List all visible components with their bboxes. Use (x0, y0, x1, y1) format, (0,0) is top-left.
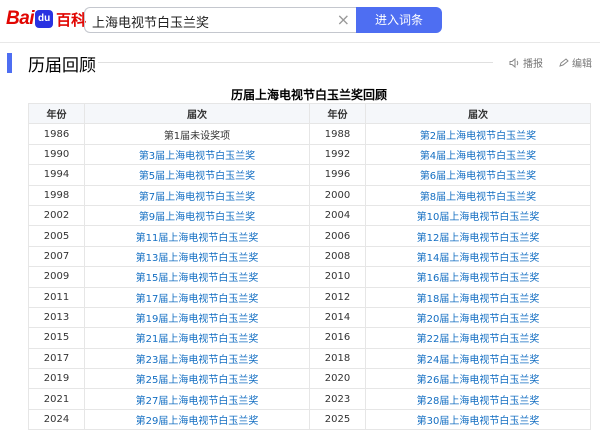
edition-link[interactable]: 第4届上海电视节白玉兰奖 (365, 143, 591, 166)
year-cell: 2014 (309, 306, 366, 329)
column-header-edition: 届次 (365, 102, 591, 125)
year-cell: 2019 (28, 368, 85, 390)
edition-link[interactable]: 第23届上海电视节白玉兰奖 (84, 347, 310, 370)
section-title: 历届回顾 (28, 56, 96, 76)
table-row: 2002 第9届上海电视节白玉兰奖 2004 第10届上海电视节白玉兰奖 (28, 204, 591, 227)
edition-link[interactable]: 第9届上海电视节白玉兰奖 (84, 204, 310, 227)
year-cell: 2005 (28, 225, 85, 247)
column-header-year: 年份 (28, 102, 85, 125)
year-cell: 2002 (28, 204, 85, 227)
year-cell: 1994 (28, 164, 85, 186)
table-header-row: 年份 届次 年份 届次 (28, 102, 591, 125)
edition-link[interactable]: 第6届上海电视节白玉兰奖 (365, 164, 591, 186)
edition-link[interactable]: 第19届上海电视节白玉兰奖 (84, 306, 310, 329)
year-cell: 2004 (309, 204, 366, 227)
edition-link[interactable]: 第11届上海电视节白玉兰奖 (84, 225, 310, 247)
search-input[interactable]: 上海电视节白玉兰奖 × (84, 7, 356, 33)
edition-link[interactable]: 第24届上海电视节白玉兰奖 (365, 347, 591, 370)
edition-link[interactable]: 第15届上海电视节白玉兰奖 (84, 266, 310, 288)
edition-link[interactable]: 第27届上海电视节白玉兰奖 (84, 388, 310, 410)
year-cell: 1998 (28, 184, 85, 206)
year-cell: 2012 (309, 286, 366, 308)
edit-button[interactable]: 编辑 (558, 55, 592, 70)
year-cell: 1990 (28, 143, 85, 166)
year-cell: 2025 (309, 408, 366, 431)
table-row: 2015 第21届上海电视节白玉兰奖 2016 第22届上海电视节白玉兰奖 (28, 327, 591, 349)
year-cell: 1992 (309, 143, 366, 166)
edition-link[interactable]: 第3届上海电视节白玉兰奖 (84, 143, 310, 166)
enter-entry-button[interactable]: 进入词条 (356, 7, 442, 33)
edition-link[interactable]: 第21届上海电视节白玉兰奖 (84, 327, 310, 349)
award-history-table: 年份 届次 年份 届次 1986 第1届未设奖项 1988 第2届上海电视节白玉… (28, 102, 591, 431)
year-cell: 2016 (309, 327, 366, 349)
baidu-baike-logo[interactable]: Bai du 百科 (6, 7, 86, 31)
edit-label: 编辑 (572, 59, 592, 70)
edition-link[interactable]: 第28届上海电视节白玉兰奖 (365, 388, 591, 410)
edition-link[interactable]: 第17届上海电视节白玉兰奖 (84, 286, 310, 308)
year-cell: 1986 (28, 123, 85, 145)
edition-link[interactable]: 第29届上海电视节白玉兰奖 (84, 408, 310, 431)
play-label: 播报 (523, 59, 543, 70)
clear-icon[interactable]: × (337, 10, 350, 29)
table-row: 2005 第11届上海电视节白玉兰奖 2006 第12届上海电视节白玉兰奖 (28, 225, 591, 247)
year-cell: 2010 (309, 266, 366, 288)
edition-link[interactable]: 第7届上海电视节白玉兰奖 (84, 184, 310, 206)
edition-link[interactable]: 第30届上海电视节白玉兰奖 (365, 408, 591, 431)
play-button[interactable]: 播报 (509, 55, 543, 70)
table-caption: 历届上海电视节白玉兰奖回顾 (230, 88, 387, 102)
year-cell: 2009 (28, 266, 85, 288)
year-cell: 1988 (309, 123, 366, 145)
edition-link[interactable]: 第2届上海电视节白玉兰奖 (365, 123, 591, 145)
edition-link[interactable]: 第5届上海电视节白玉兰奖 (84, 164, 310, 186)
year-cell: 2008 (309, 245, 366, 268)
edition-link[interactable]: 第10届上海电视节白玉兰奖 (365, 204, 591, 227)
speaker-icon (509, 57, 519, 68)
year-cell: 2013 (28, 306, 85, 329)
edition-link[interactable]: 第12届上海电视节白玉兰奖 (365, 225, 591, 247)
edition-link[interactable]: 第16届上海电视节白玉兰奖 (365, 266, 591, 288)
edition-link[interactable]: 第26届上海电视节白玉兰奖 (365, 368, 591, 390)
year-cell: 2017 (28, 347, 85, 370)
table-row: 2017 第23届上海电视节白玉兰奖 2018 第24届上海电视节白玉兰奖 (28, 347, 591, 370)
column-header-year: 年份 (309, 102, 366, 125)
table-row: 2009 第15届上海电视节白玉兰奖 2010 第16届上海电视节白玉兰奖 (28, 266, 591, 288)
table-row: 2007 第13届上海电视节白玉兰奖 2008 第14届上海电视节白玉兰奖 (28, 245, 591, 268)
year-cell: 2007 (28, 245, 85, 268)
table-row: 1998 第7届上海电视节白玉兰奖 2000 第8届上海电视节白玉兰奖 (28, 184, 591, 206)
year-cell: 2024 (28, 408, 85, 431)
table-row: 1994 第5届上海电视节白玉兰奖 1996 第6届上海电视节白玉兰奖 (28, 164, 591, 186)
year-cell: 2020 (309, 368, 366, 390)
year-cell: 2015 (28, 327, 85, 349)
edition-link[interactable]: 第14届上海电视节白玉兰奖 (365, 245, 591, 268)
edition-link[interactable]: 第22届上海电视节白玉兰奖 (365, 327, 591, 349)
column-header-edition: 届次 (84, 102, 310, 125)
pencil-icon (559, 57, 569, 67)
table-row: 2024 第29届上海电视节白玉兰奖 2025 第30届上海电视节白玉兰奖 (28, 408, 591, 431)
section-divider (98, 62, 493, 63)
edition-link[interactable]: 第8届上海电视节白玉兰奖 (365, 184, 591, 206)
edition-cell: 第1届未设奖项 (84, 123, 310, 145)
edition-link[interactable]: 第13届上海电视节白玉兰奖 (84, 245, 310, 268)
table-row: 1990 第3届上海电视节白玉兰奖 1992 第4届上海电视节白玉兰奖 (28, 143, 591, 166)
year-cell: 2006 (309, 225, 366, 247)
year-cell: 2023 (309, 388, 366, 410)
search-input-value: 上海电视节白玉兰奖 (92, 16, 210, 31)
edition-link[interactable]: 第20届上海电视节白玉兰奖 (365, 306, 591, 329)
year-cell: 2021 (28, 388, 85, 410)
section-accent-bar (7, 53, 12, 73)
year-cell: 2000 (309, 184, 366, 206)
table-row: 2021 第27届上海电视节白玉兰奖 2023 第28届上海电视节白玉兰奖 (28, 388, 591, 410)
table-row: 2011 第17届上海电视节白玉兰奖 2012 第18届上海电视节白玉兰奖 (28, 286, 591, 308)
table-row: 2013 第19届上海电视节白玉兰奖 2014 第20届上海电视节白玉兰奖 (28, 306, 591, 329)
year-cell: 2018 (309, 347, 366, 370)
year-cell: 1996 (309, 164, 366, 186)
edition-link[interactable]: 第18届上海电视节白玉兰奖 (365, 286, 591, 308)
year-cell: 2011 (28, 286, 85, 308)
table-row: 2019 第25届上海电视节白玉兰奖 2020 第26届上海电视节白玉兰奖 (28, 368, 591, 390)
paw-icon: du (35, 10, 54, 28)
edition-link[interactable]: 第25届上海电视节白玉兰奖 (84, 368, 310, 390)
top-bar: Bai du 百科 上海电视节白玉兰奖 × 进入词条 (0, 0, 600, 43)
table-row: 1986 第1届未设奖项 1988 第2届上海电视节白玉兰奖 (28, 123, 591, 145)
